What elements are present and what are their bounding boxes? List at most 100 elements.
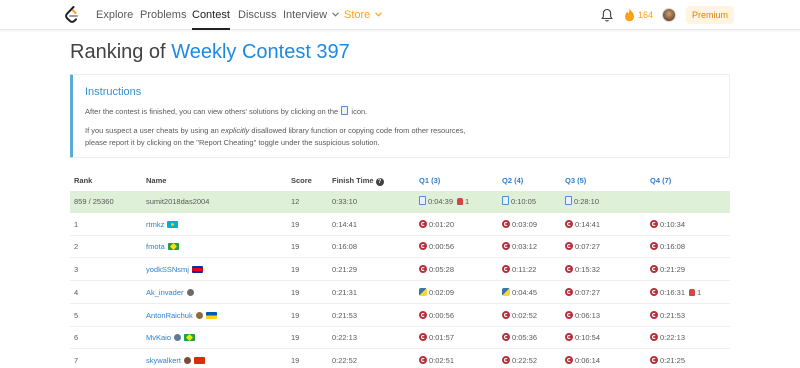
rank-cell: 7 bbox=[74, 355, 79, 365]
q2-time: 0:04:45 bbox=[512, 287, 538, 297]
brazil-flag-icon bbox=[167, 243, 179, 251]
finish-time-cell: 0:14:41 bbox=[332, 219, 358, 229]
q2-solution-link[interactable]: 0:04:45 bbox=[502, 287, 538, 297]
nav-interview[interactable]: Interview bbox=[283, 0, 339, 30]
rank-cell: 859 / 25360 bbox=[74, 197, 114, 206]
q2-solution-link[interactable]: 0:10:05 bbox=[502, 196, 536, 206]
nav-explore[interactable]: Explore bbox=[96, 0, 133, 30]
q2-solution-link[interactable]: 0:03:12 bbox=[502, 242, 537, 251]
q4-time: 0:16:31 bbox=[660, 287, 686, 297]
q4-solution-link[interactable]: 0:21:25 bbox=[650, 355, 685, 365]
nav-store-label: Store bbox=[344, 9, 371, 21]
q3-cell: 0:06:14 bbox=[565, 350, 600, 368]
user-name-link[interactable]: AntonRaichuk bbox=[146, 311, 193, 320]
q3-cell: 0:07:27 bbox=[565, 282, 600, 304]
nav-store[interactable]: Store bbox=[344, 0, 383, 30]
q4-solution-link[interactable]: 0:10:34 bbox=[650, 219, 686, 229]
q1-solution-link[interactable]: 0:00:56 bbox=[419, 242, 454, 251]
streak-count[interactable]: 164 bbox=[638, 0, 653, 30]
q3-solution-link[interactable]: 0:10:54 bbox=[565, 333, 600, 342]
q1-solution-link[interactable]: 0:02:51 bbox=[419, 355, 455, 365]
q1-solution-link[interactable]: 0:04:39 bbox=[419, 196, 453, 206]
table-row: 7 skywalkert 19 0:22:52 0:02:51 0:22:52 0:06:1… bbox=[70, 350, 730, 368]
q2-cell: 0:10:05 bbox=[502, 191, 536, 213]
q3-solution-link[interactable]: 0:06:14 bbox=[565, 355, 600, 365]
q1-solution-link[interactable]: 0:05:28 bbox=[419, 265, 454, 274]
user-name-link[interactable]: Ak_invader bbox=[146, 288, 184, 297]
name-cell: MvKaio bbox=[146, 327, 196, 349]
q3-time: 0:15:32 bbox=[575, 265, 601, 275]
q3-solution-link[interactable]: 0:14:41 bbox=[565, 219, 600, 229]
q1-time: 0:01:20 bbox=[429, 219, 455, 229]
score-cell: 19 bbox=[291, 242, 300, 252]
table-row: 5 AntonRaichuk 19 0:21:53 0:00:56 0:02:52 0:06… bbox=[70, 305, 730, 327]
contest-name-link[interactable]: Weekly Contest 397 bbox=[171, 41, 350, 63]
q4-time: 0:10:34 bbox=[660, 219, 686, 229]
q3-cell: 0:15:32 bbox=[565, 259, 600, 281]
user-name-link[interactable]: fmota bbox=[146, 242, 165, 251]
q2-solution-link[interactable]: 0:02:52 bbox=[502, 310, 537, 320]
bell-icon[interactable] bbox=[601, 8, 613, 22]
instructions-title: Instructions bbox=[85, 86, 142, 98]
q2-solution-link[interactable]: 0:11:22 bbox=[502, 265, 536, 274]
q3-solution-link[interactable]: 0:15:32 bbox=[565, 265, 600, 274]
score-cell: 12 bbox=[291, 197, 300, 206]
avatar[interactable] bbox=[662, 8, 676, 22]
user-name-link[interactable]: sumit2018das2004 bbox=[146, 197, 209, 206]
q2-solution-link[interactable]: 0:22:52 bbox=[502, 355, 537, 365]
nav-problems[interactable]: Problems bbox=[140, 0, 186, 30]
q3-cell: 0:10:54 bbox=[565, 327, 600, 349]
q3-solution-link[interactable]: 0:07:27 bbox=[565, 242, 600, 251]
header-q1[interactable]: Q1 (3) bbox=[419, 171, 440, 191]
user-name-link[interactable]: MvKaio bbox=[146, 333, 171, 342]
q1-solution-link[interactable]: 0:01:57 bbox=[419, 333, 454, 342]
q4-solution-link[interactable]: 0:21:29 bbox=[650, 265, 685, 274]
q1-time: 0:02:51 bbox=[429, 355, 455, 365]
cpp-icon bbox=[650, 287, 658, 296]
instructions-line-1-text: After the contest is finished, you can v… bbox=[85, 107, 339, 116]
user-name-link[interactable]: rtmkz bbox=[146, 220, 164, 229]
instructions-line-3: please report it by clicking on the "Rep… bbox=[85, 138, 380, 147]
q1-cell: 0:01:20 bbox=[419, 214, 454, 236]
header-rank: Rank bbox=[74, 176, 93, 185]
q3-solution-link[interactable]: 0:06:13 bbox=[565, 310, 600, 320]
q4-solution-link[interactable]: 0:22:13 bbox=[650, 333, 685, 342]
instructions-line-1: After the contest is finished, you can v… bbox=[85, 106, 367, 116]
q2-solution-link[interactable]: 0:03:09 bbox=[502, 219, 537, 229]
finish-time-cell: 0:21:29 bbox=[332, 265, 358, 275]
q1-solution-link[interactable]: 0:02:09 bbox=[419, 287, 454, 297]
user-name-link[interactable]: skywalkert bbox=[146, 356, 181, 365]
nav-discuss[interactable]: Discuss bbox=[238, 0, 277, 30]
q1-solution-link[interactable]: 0:01:20 bbox=[419, 219, 455, 229]
nav-interview-label: Interview bbox=[283, 9, 328, 21]
header-q2[interactable]: Q2 (4) bbox=[502, 171, 523, 191]
header-q3[interactable]: Q3 (5) bbox=[565, 171, 586, 191]
q1-solution-link[interactable]: 0:00:56 bbox=[419, 310, 454, 320]
score-cell: 19 bbox=[291, 333, 300, 343]
q1-cell: 0:00:56 bbox=[419, 236, 454, 258]
q2-time: 0:11:22 bbox=[512, 265, 537, 275]
premium-button[interactable]: Premium bbox=[686, 6, 734, 24]
rank-cell: 4 bbox=[74, 287, 79, 297]
leetcode-logo[interactable] bbox=[64, 6, 80, 24]
q2-solution-link[interactable]: 0:05:36 bbox=[502, 333, 537, 342]
help-icon[interactable]: ? bbox=[375, 178, 384, 186]
nav-contest[interactable]: Contest bbox=[192, 0, 230, 30]
q3-solution-link[interactable]: 0:07:27 bbox=[565, 287, 600, 297]
q4-solution-link[interactable]: 0:16:08 bbox=[650, 242, 685, 251]
header-q4[interactable]: Q4 (7) bbox=[650, 171, 671, 191]
q4-solution-link[interactable]: 0:21:53 bbox=[650, 310, 686, 320]
user-name-link[interactable]: yodkSSNsmj bbox=[146, 265, 189, 274]
fire-streak-icon[interactable] bbox=[624, 8, 635, 22]
q3-solution-link[interactable]: 0:28:10 bbox=[565, 196, 599, 206]
score-cell: 19 bbox=[291, 287, 300, 297]
q3-cell: 0:06:13 bbox=[565, 305, 600, 327]
q3-cell: 0:28:10 bbox=[565, 191, 599, 213]
q4-time: 0:21:53 bbox=[660, 310, 686, 320]
q3-cell: 0:14:41 bbox=[565, 214, 600, 236]
cpp-icon bbox=[565, 219, 573, 228]
cpp-icon bbox=[419, 219, 427, 228]
cpp-icon bbox=[502, 310, 510, 319]
q4-solution-link[interactable]: 0:16:31 bbox=[650, 287, 686, 297]
instructions-panel: Instructions After the contest is finish… bbox=[70, 74, 730, 158]
